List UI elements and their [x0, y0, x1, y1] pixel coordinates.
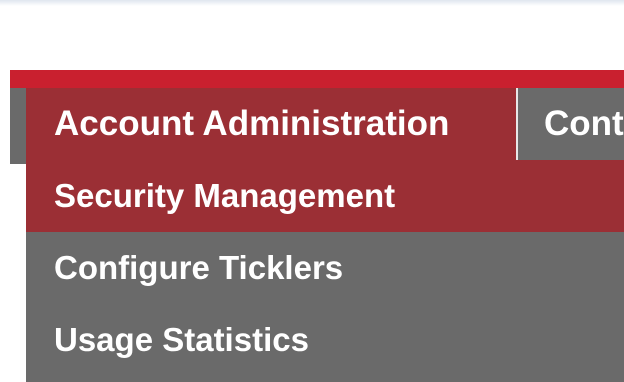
menu-item-usage-statistics[interactable]: Usage Statistics	[26, 304, 624, 376]
menu-item-label: Security Management	[54, 177, 396, 214]
tab-label: Account Administration	[54, 104, 450, 143]
page-header-area	[0, 0, 624, 70]
menu-item-label: Usage Statistics	[54, 321, 309, 358]
menu-item-label: Configure Ticklers	[54, 249, 344, 286]
page-top-edge	[0, 0, 624, 6]
nav-left-edge	[10, 88, 26, 164]
accent-bar	[10, 70, 624, 88]
tab-label: Cont	[544, 104, 624, 143]
tab-cont[interactable]: Cont	[518, 88, 624, 160]
menu-item-configure-ticklers[interactable]: Configure Ticklers	[26, 232, 624, 304]
tab-account-administration[interactable]: Account Administration	[26, 88, 516, 160]
account-administration-dropdown: Security Management Configure Ticklers U…	[26, 160, 624, 382]
menu-item-security-management[interactable]: Security Management	[26, 160, 624, 232]
screen: Account Administration Cont Security Man…	[0, 0, 624, 382]
